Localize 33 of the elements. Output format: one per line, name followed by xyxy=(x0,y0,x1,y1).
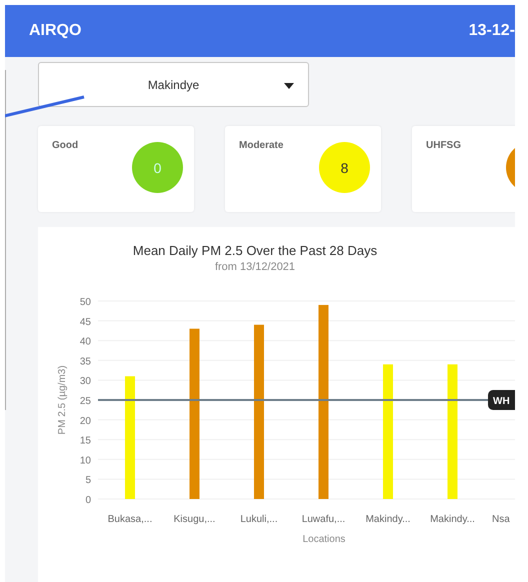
x-tick-label: Lukuli,... xyxy=(240,514,278,525)
y-tick-label: 20 xyxy=(80,416,91,427)
category-label: Moderate xyxy=(239,140,284,153)
y-tick-label: 15 xyxy=(80,436,91,447)
x-tick-label: Kisugu,... xyxy=(174,514,216,525)
category-dot: 0 xyxy=(132,142,183,193)
y-tick-label: 40 xyxy=(80,336,91,348)
x-axis-title: Locations xyxy=(302,534,346,545)
ref-line-label: WH xyxy=(493,396,510,407)
reference-line: WH xyxy=(98,390,515,410)
chart-subtitle: from 13/12/2021 xyxy=(214,261,296,273)
y-axis-title: PM 2.5 (µg/m3) xyxy=(57,365,68,435)
header-date: 13-12- xyxy=(468,22,515,40)
y-tick-label: 30 xyxy=(80,376,91,388)
x-tick-label: Makindy... xyxy=(366,514,410,525)
y-tick-label: 0 xyxy=(85,495,91,506)
x-tick-label: Luwafu,... xyxy=(302,514,346,525)
x-tick-label: Bukasa,... xyxy=(108,514,152,525)
y-tick-label: 10 xyxy=(80,455,91,466)
location-dropdown[interactable]: Makindye xyxy=(38,62,309,107)
y-tick-label: 45 xyxy=(80,316,91,328)
x-tick-label: Makindy... xyxy=(430,514,475,525)
category-label: Good xyxy=(52,140,78,153)
x-tick-label: Nsa xyxy=(492,514,510,525)
y-tick-label: 5 xyxy=(85,475,91,486)
caret-icon xyxy=(284,83,294,89)
app-logo: AIRQO xyxy=(29,22,82,40)
y-tick-label: 35 xyxy=(80,356,91,368)
category-dot: 8 xyxy=(319,142,370,193)
y-tick-label: 25 xyxy=(80,396,91,407)
category-label: UHFSG xyxy=(426,140,461,153)
chart-title: Mean Daily PM 2.5 Over the Past 28 Days xyxy=(132,243,378,258)
y-tick-label: 50 xyxy=(80,297,91,308)
